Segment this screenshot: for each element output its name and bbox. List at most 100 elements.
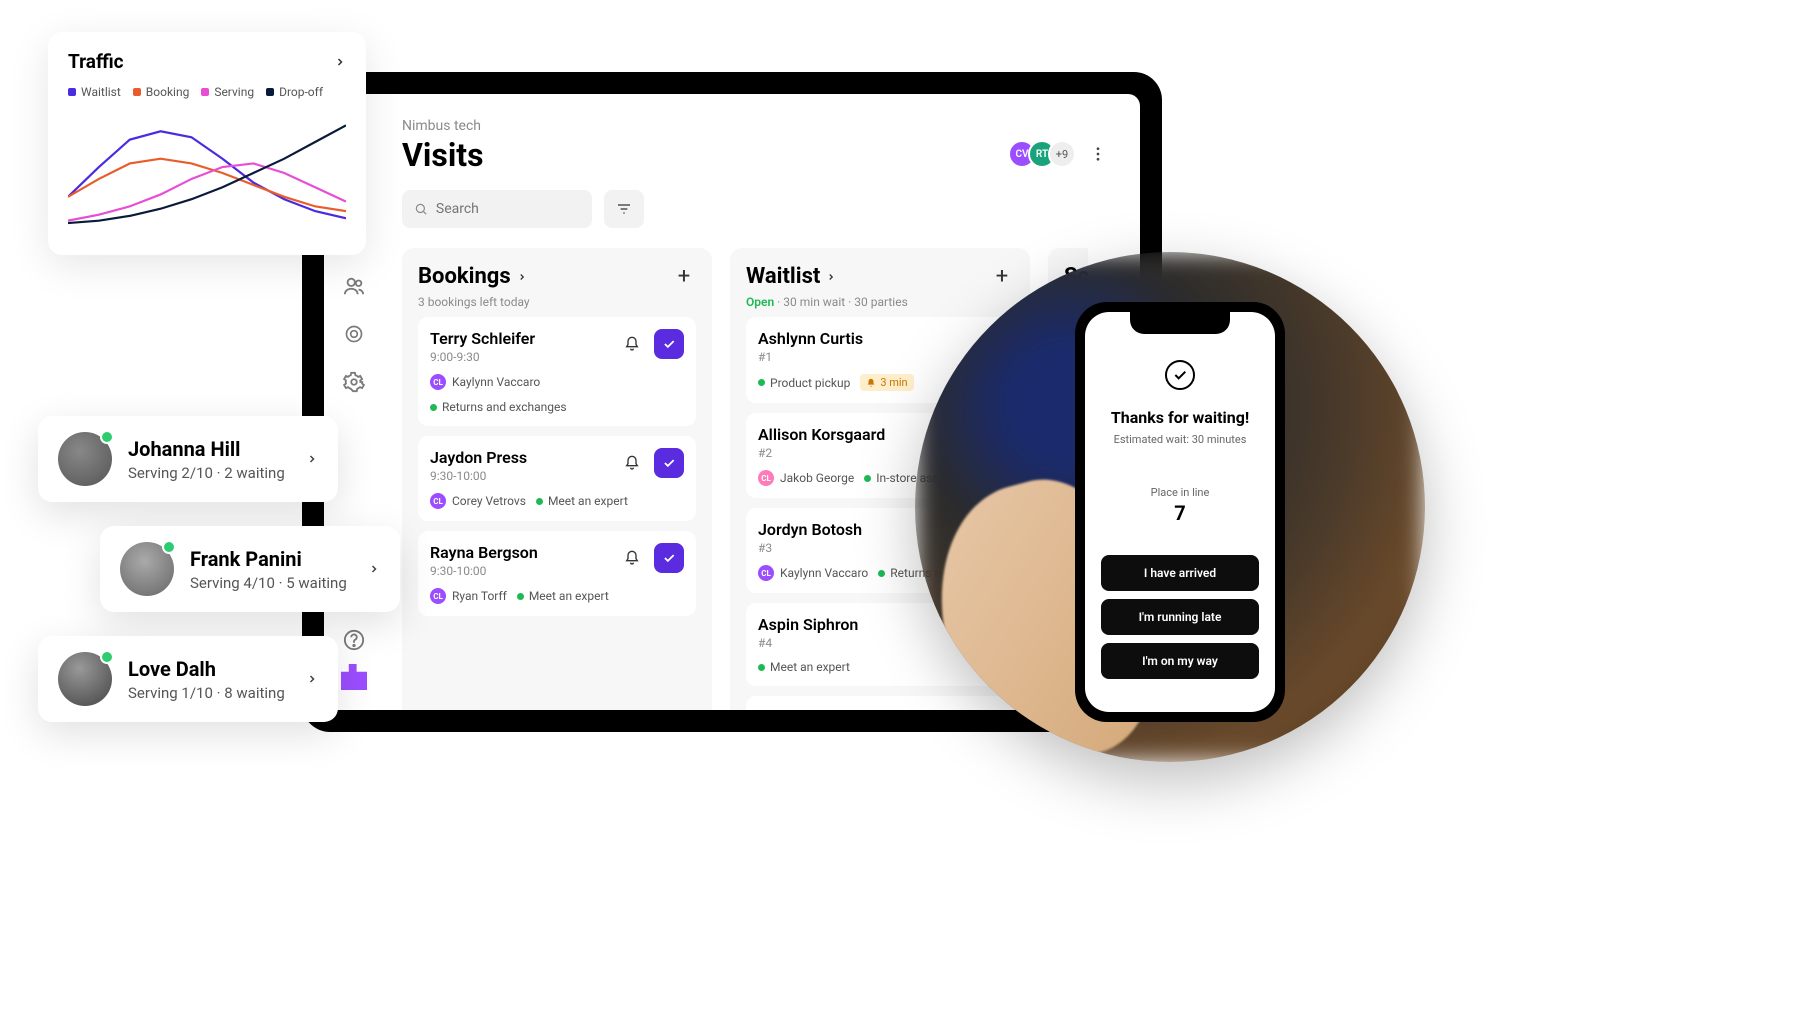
notify-button[interactable]: [618, 449, 646, 477]
bookings-title[interactable]: Bookings: [418, 264, 527, 289]
legend-label: Drop-off: [279, 85, 323, 99]
legend-dot: [201, 88, 209, 96]
status-dot: [536, 498, 543, 505]
filter-button[interactable]: [604, 190, 644, 228]
phone-place-label: Place in line: [1151, 486, 1210, 499]
legend-item: Waitlist: [68, 85, 121, 99]
chevron-right-icon: [368, 563, 380, 575]
search-input[interactable]: [436, 201, 580, 217]
check-circle-icon: [1165, 360, 1195, 390]
staff-initials: CL: [430, 588, 446, 604]
phone-place-value: 7: [1174, 501, 1185, 525]
staff-card[interactable]: Johanna Hill Serving 2/10 · 2 waiting: [38, 416, 338, 502]
status-dot: [864, 475, 871, 482]
card-position: #1: [758, 350, 863, 364]
status-dot: [758, 379, 765, 386]
legend-label: Booking: [146, 85, 190, 99]
phone-arrived-button[interactable]: I have arrived: [1101, 555, 1259, 591]
presence-dot: [162, 540, 176, 554]
gear-icon[interactable]: [342, 370, 366, 394]
traffic-card[interactable]: Traffic Waitlist Booking Serving Drop-off: [48, 32, 366, 255]
card-name: Aspin Siphron: [758, 615, 858, 634]
staff-initials: CL: [758, 470, 774, 486]
staff-card[interactable]: Love Dalh Serving 1/10 · 8 waiting: [38, 636, 338, 722]
booking-card[interactable]: Rayna Bergson 9:30-10:00 CLRyan Torff Me…: [418, 531, 696, 616]
staff-name-label: Kaylynn Vaccaro: [452, 375, 540, 389]
tag-label: Meet an expert: [548, 494, 628, 508]
staff-sub: Serving 2/10 · 2 waiting: [128, 464, 285, 482]
org-name: Nimbus tech: [402, 118, 1112, 134]
legend-item: Booking: [133, 85, 190, 99]
phone-late-button[interactable]: I'm running late: [1101, 599, 1259, 635]
chart-series: [68, 131, 346, 218]
waitlist-title[interactable]: Waitlist: [746, 264, 836, 289]
chart-series: [68, 163, 346, 220]
avatar-more[interactable]: +9: [1048, 140, 1076, 168]
phone-onway-button[interactable]: I'm on my way: [1101, 643, 1259, 679]
staff-initials: CL: [758, 565, 774, 581]
traffic-title: Traffic: [68, 50, 124, 73]
booking-card[interactable]: Jaydon Press 9:30-10:00 CLCorey Vetrovs …: [418, 436, 696, 521]
card-name: Rayna Bergson: [430, 543, 538, 562]
traffic-chart: [68, 113, 346, 233]
staff-card[interactable]: Frank Panini Serving 4/10 · 5 waiting: [100, 526, 400, 612]
brand-logo-icon: [341, 664, 367, 690]
card-time: 9:00-9:30: [430, 350, 535, 364]
people-icon[interactable]: [342, 274, 366, 298]
booking-card[interactable]: Terry Schleifer 9:00-9:30 CLKaylynn Vacc…: [418, 317, 696, 426]
chevron-right-icon: [517, 272, 527, 282]
presence-dot: [100, 650, 114, 664]
complete-button[interactable]: [654, 329, 684, 359]
complete-button[interactable]: [654, 448, 684, 478]
staff-chip: CL Kaylynn Vaccaro: [430, 374, 540, 390]
card-position: #3: [758, 541, 862, 555]
chevron-right-icon: [306, 453, 318, 465]
card-name: Tom Cliver: [758, 708, 835, 710]
add-booking-button[interactable]: +: [672, 265, 696, 289]
staff-initials: CL: [430, 493, 446, 509]
tag-label: Returns and exchanges: [442, 400, 567, 414]
staff-name: Love Dalh: [128, 657, 285, 681]
bell-icon: [866, 378, 876, 388]
legend-label: Serving: [214, 85, 254, 99]
staff-name: Johanna Hill: [128, 437, 285, 461]
notify-button[interactable]: [618, 544, 646, 572]
card-name: Ashlynn Curtis: [758, 329, 863, 348]
staff-avatar: [120, 542, 174, 596]
staff-name-label: Ryan Torff: [452, 589, 507, 603]
staff-chip: CL Ryan Torff: [430, 588, 507, 604]
tag-label: Product pickup: [770, 376, 850, 390]
card-position: #2: [758, 446, 885, 460]
avatar-stack[interactable]: CV RT +9: [1016, 140, 1076, 168]
staff-avatar: [58, 432, 112, 486]
more-menu-button[interactable]: [1084, 140, 1112, 168]
staff-chip: CLJakob George: [758, 470, 854, 486]
presence-dot: [100, 430, 114, 444]
search-input-wrapper[interactable]: [402, 190, 592, 228]
target-icon[interactable]: [342, 322, 366, 346]
phone-preview: Thanks for waiting! Estimated wait: 30 m…: [915, 252, 1425, 762]
status-dot: [517, 593, 524, 600]
staff-name-label: Kaylynn Vaccaro: [780, 566, 868, 580]
waitlist-status: Open: [746, 295, 774, 309]
phone-title: Thanks for waiting!: [1111, 408, 1249, 427]
app-header: Nimbus tech Visits CV RT +9: [402, 118, 1112, 174]
staff-initials: CL: [430, 374, 446, 390]
notify-button[interactable]: [618, 330, 646, 358]
search-row: [402, 190, 1112, 228]
legend-dot: [133, 88, 141, 96]
card-name: Jaydon Press: [430, 448, 527, 467]
filter-icon: [616, 201, 632, 217]
phone-buttons: I have arrived I'm running late I'm on m…: [1101, 555, 1259, 679]
help-icon[interactable]: [342, 628, 366, 652]
warning-text: 3 min: [880, 376, 907, 389]
service-tag: Meet an expert: [758, 660, 850, 674]
warning-pill: 3 min: [860, 374, 913, 391]
bookings-column: Bookings + 3 bookings left today Terry S…: [402, 248, 712, 710]
complete-button[interactable]: [654, 543, 684, 573]
chart-series: [68, 159, 346, 211]
tag-label: Meet an expert: [770, 660, 850, 674]
chevron-right-icon: [306, 673, 318, 685]
legend-dot: [266, 88, 274, 96]
staff-name-label: Corey Vetrovs: [452, 494, 526, 508]
